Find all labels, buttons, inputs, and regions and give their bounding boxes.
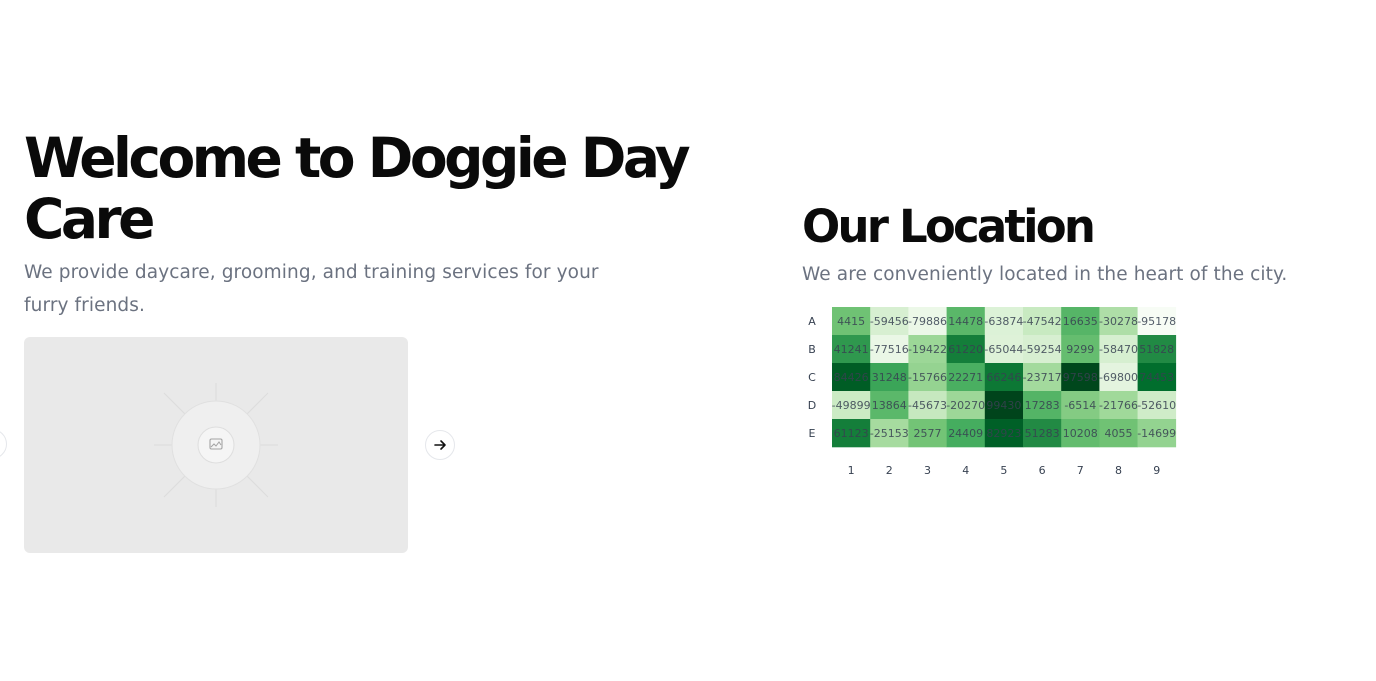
heatmap-value-label: 97598	[1063, 371, 1098, 384]
heatmap-value-label: 4055	[1105, 427, 1133, 440]
location-heatmap: 4415 -59456 -79886 14478 -63874 -47542 16635 -3…	[808, 307, 1176, 477]
heatmap-value-label: 24409	[948, 427, 983, 440]
heatmap-value-label: 10208	[1063, 427, 1098, 440]
heatmap-column-label: 5	[1000, 464, 1007, 477]
heatmap-value-label: 13864	[872, 399, 907, 412]
heatmap-value-label: 66246	[986, 371, 1021, 384]
heatmap-row-label: E	[809, 427, 816, 440]
heatmap-value-label: 17283	[1025, 399, 1060, 412]
arrow-right-icon	[434, 440, 446, 450]
heatmap-value-label: -21766	[1099, 399, 1138, 412]
heatmap-row-label: B	[808, 343, 816, 356]
heatmap-value-label: -95178	[1137, 315, 1176, 328]
heatmap-column-label: 1	[848, 464, 855, 477]
heatmap-value-label: 16635	[1063, 315, 1098, 328]
heatmap-column-label: 2	[886, 464, 893, 477]
heatmap-value-label: 4415	[837, 315, 865, 328]
heatmap-value-label: -15766	[908, 371, 947, 384]
heatmap-row-label: D	[808, 399, 816, 412]
heatmap-value-label: 82923	[986, 427, 1021, 440]
heatmap-value-label: -77516	[870, 343, 909, 356]
heatmap-value-label: -45673	[908, 399, 947, 412]
heatmap-value-label: -49899	[832, 399, 871, 412]
heatmap-value-label: 99430	[986, 399, 1021, 412]
heatmap-value-label: -63874	[984, 315, 1023, 328]
heatmap-value-label: 41241	[834, 343, 869, 356]
heatmap-value-label: -14699	[1137, 427, 1176, 440]
carousel-next-button[interactable]	[425, 430, 455, 460]
heatmap-value-label: 74453	[1139, 371, 1174, 384]
carousel-prev-button[interactable]	[0, 429, 7, 459]
heatmap-value-label: -59456	[870, 315, 909, 328]
hero-subtitle: We provide daycare, grooming, and traini…	[24, 262, 599, 316]
image-placeholder	[154, 383, 278, 507]
heatmap-value-label: -23717	[1023, 371, 1062, 384]
heatmap-value-label: 2577	[914, 427, 942, 440]
heatmap-column-label: 7	[1077, 464, 1084, 477]
hero-title: Welcome to Doggie Day Care	[24, 126, 691, 251]
heatmap-value-label: 61123	[834, 427, 869, 440]
heatmap-value-label: -30278	[1099, 315, 1138, 328]
heatmap-value-label: -58470	[1099, 343, 1138, 356]
heatmap-value-label: 9299	[1066, 343, 1094, 356]
heatmap-value-label: -20270	[946, 399, 985, 412]
heatmap-row-label: A	[808, 315, 816, 328]
heatmap-value-label: 51828	[1139, 343, 1174, 356]
heatmap-value-label: -25153	[870, 427, 909, 440]
heatmap-value-label: -59254	[1023, 343, 1062, 356]
heatmap-column-label: 8	[1115, 464, 1122, 477]
heatmap-value-label: 14478	[948, 315, 983, 328]
heatmap-column-label: 9	[1153, 464, 1160, 477]
heatmap-value-label: -65044	[984, 343, 1023, 356]
heatmap-value-label: 22271	[948, 371, 983, 384]
heatmap-row-label: C	[808, 371, 816, 384]
heatmap-column-label: 6	[1039, 464, 1046, 477]
heatmap-value-label: -19422	[908, 343, 947, 356]
carousel-slide	[24, 337, 408, 553]
heatmap-value-label: -47542	[1023, 315, 1062, 328]
heatmap-value-label: -69800	[1099, 371, 1138, 384]
heatmap-value-label: 31248	[872, 371, 907, 384]
heatmap-value-label: -52610	[1137, 399, 1176, 412]
heatmap-column-label: 3	[924, 464, 931, 477]
heatmap-value-label: 84426	[834, 371, 869, 384]
heatmap-value-label: -79886	[908, 315, 947, 328]
location-title: Our Location	[802, 200, 1096, 253]
heatmap-value-label: 51283	[1025, 427, 1060, 440]
heatmap-value-label: -6514	[1064, 399, 1096, 412]
heatmap-column-label: 4	[962, 464, 969, 477]
location-subtitle: We are conveniently located in the heart…	[802, 264, 1288, 285]
heatmap-value-label: 61220	[948, 343, 983, 356]
